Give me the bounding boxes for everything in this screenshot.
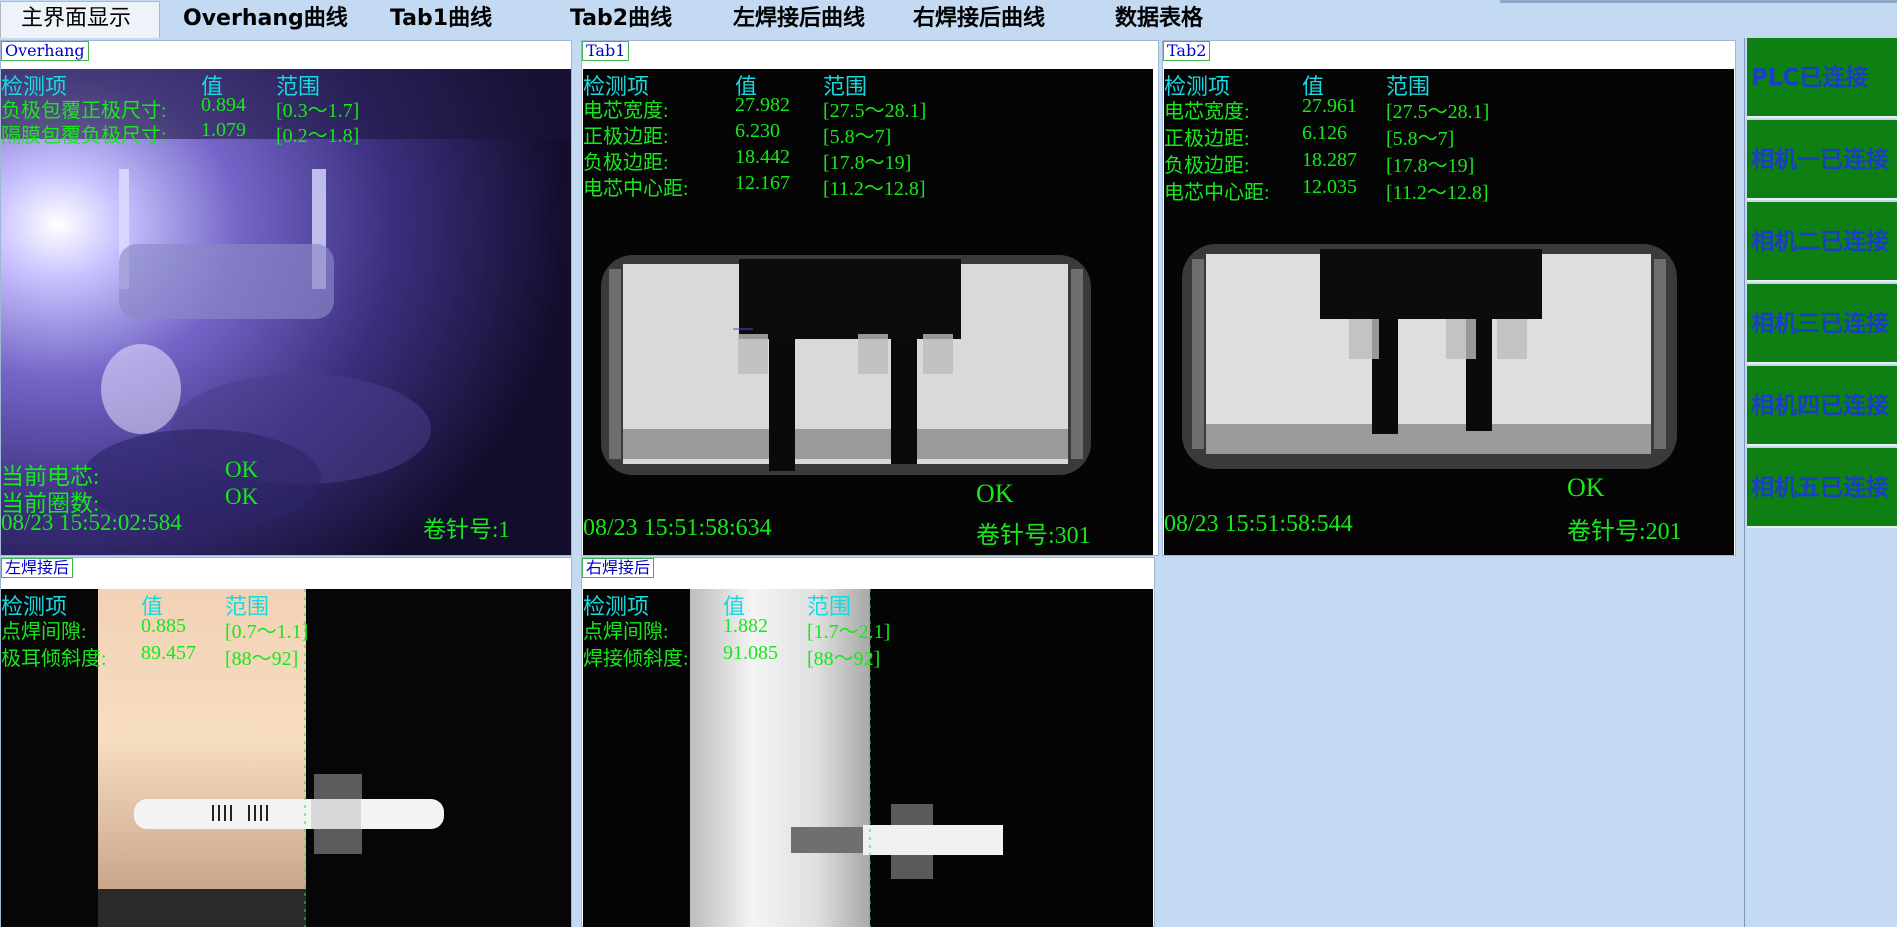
left-weld-panel: 左焊接后 检测项 值 范围 点焊间隙: 0.885 [0.7～1.1] 极耳倾斜… [0, 557, 572, 927]
status-camera4-connected[interactable]: 相机四已连接 [1747, 366, 1897, 446]
tab2-row-range: [17.8～19] [1386, 155, 1475, 177]
tab-right-weld-label: 右焊接后曲线 [913, 6, 1046, 31]
left-weld-row-range: [0.7～1.1] [225, 621, 309, 643]
status-camera1-connected[interactable]: 相机一已连接 [1747, 120, 1897, 200]
tab1-panel: Tab1 检测项 值 范围 电芯宽度: 27.982 [27.5～28.1] 正… [581, 40, 1159, 556]
status-plc-connected[interactable]: PLC已连接 [1747, 38, 1897, 118]
tab-tab2-curve[interactable]: Tab2曲线 [570, 2, 672, 36]
tab-left-weld-curve[interactable]: 左焊接后曲线 [733, 2, 865, 36]
tab1-row-range: [17.8～19] [823, 152, 912, 174]
tab2-row-name: 正极边距: [1164, 128, 1250, 150]
tab2-camera-view[interactable]: 检测项 值 范围 电芯宽度: 27.961 [27.5～28.1] 正极边距: … [1164, 69, 1734, 555]
tab1-row-value: 12.167 [735, 172, 790, 194]
tab1-panel-title: Tab1 [582, 41, 630, 61]
tab1-row-value: 6.230 [735, 120, 780, 142]
tab1-row-range: [27.5～28.1] [823, 100, 927, 122]
tab2-result: OK [1567, 473, 1605, 502]
tab1-row-name: 电芯宽度: [583, 100, 669, 122]
overhang-row-range: [0.2～1.8] [276, 125, 360, 147]
tab2-row-value: 27.961 [1302, 95, 1357, 117]
tab2-row-value: 12.035 [1302, 176, 1357, 198]
tab-tab1-curve[interactable]: Tab1曲线 [390, 2, 492, 36]
tab1-row-name: 正极边距: [583, 126, 669, 148]
tab2-row-value: 6.126 [1302, 122, 1347, 144]
tab2-row-value: 18.287 [1302, 149, 1357, 171]
tab1-row-value: 18.442 [735, 146, 790, 168]
tab1-result: OK [976, 479, 1014, 508]
left-weld-row-value: 89.457 [141, 642, 196, 664]
current-turns-value: OK [225, 484, 259, 509]
status-camera3-connected[interactable]: 相机三已连接 [1747, 284, 1897, 364]
tab2-row-name: 电芯中心距: [1164, 182, 1270, 204]
right-weld-row-range: [88～92] [807, 648, 881, 670]
current-cell-value: OK [225, 457, 259, 482]
left-weld-row-name: 极耳倾斜度: [1, 648, 107, 670]
overhang-row-value: 0.894 [201, 94, 246, 116]
tab-right-weld-curve[interactable]: 右焊接后曲线 [901, 2, 1046, 36]
tab2-row-range: [27.5～28.1] [1386, 101, 1490, 123]
tab2-row-name: 电芯宽度: [1164, 101, 1250, 123]
tab1-timestamp: 08/23 15:51:58:634 [583, 515, 772, 541]
status-camera2-connected[interactable]: 相机二已连接 [1747, 202, 1897, 282]
left-weld-panel-title: 左焊接后 [1, 558, 74, 578]
right-weld-row-range: [1.7～2.1] [807, 621, 891, 643]
tab1-row-range: [5.8～7] [823, 126, 892, 148]
left-weld-row-name: 点焊间隙: [1, 621, 87, 643]
tab1-pin-number: 卷针号:301 [976, 523, 1091, 549]
top-divider [1500, 0, 1897, 3]
overhang-panel-title: Overhang [1, 41, 89, 61]
tab-bar: 主界面显示 Overhang曲线 Tab1曲线 Tab2曲线 左焊接后曲线 右焊… [0, 0, 1897, 38]
tab-data-table[interactable]: 数据表格 [1115, 2, 1203, 36]
tab2-pin-number: 卷针号:201 [1567, 519, 1682, 545]
right-weld-panel-title: 右焊接后 [582, 558, 655, 578]
overhang-row-value: 1.079 [201, 119, 246, 141]
overhang-panel: Overhang 检测项 值 范围 负极包覆正极尺寸: 0.894 [0.3～1… [0, 40, 572, 556]
overhang-camera-view[interactable]: 检测项 值 范围 负极包覆正极尺寸: 0.894 [0.3～1.7] 隔膜包覆负… [1, 69, 571, 555]
connection-status-panel: PLC已连接 相机一已连接 相机二已连接 相机三已连接 相机四已连接 相机五已连… [1744, 38, 1897, 927]
left-weld-row-value: 0.885 [141, 615, 186, 637]
overhang-pin-number: 卷针号:1 [423, 517, 510, 542]
tab1-row-name: 电芯中心距: [583, 178, 689, 200]
right-weld-row-value: 1.882 [723, 615, 768, 637]
tab2-row-range: [5.8～7] [1386, 128, 1455, 150]
right-weld-panel: 右焊接后 检测项 值 范围 点焊间隙: 1.882 [1.7～2.1] 焊接倾斜 [581, 557, 1155, 927]
tab2-row-range: [11.2～12.8] [1386, 182, 1489, 204]
status-camera5-connected[interactable]: 相机五已连接 [1747, 448, 1897, 528]
overhang-row-name: 隔膜包覆负极尺寸: [1, 125, 167, 147]
tab2-row-name: 负极边距: [1164, 155, 1250, 177]
tab2-panel: Tab2 检测项 值 范围 电芯宽度: 27.961 [27.5～28.1] 正… [1162, 40, 1736, 556]
tab1-row-range: [11.2～12.8] [823, 178, 926, 200]
overhang-timestamp: 08/23 15:52:02:584 [1, 510, 182, 535]
tab1-camera-view[interactable]: 检测项 值 范围 电芯宽度: 27.982 [27.5～28.1] 正极边距: … [583, 69, 1153, 555]
left-weld-row-range: [88～92] [225, 648, 299, 670]
tab1-row-name: 负极边距: [583, 152, 669, 174]
tab2-timestamp: 08/23 15:51:58:544 [1164, 511, 1353, 537]
right-weld-row-name: 焊接倾斜度: [583, 648, 689, 670]
right-weld-row-value: 91.085 [723, 642, 778, 664]
tab2-panel-title: Tab2 [1163, 41, 1211, 61]
tab-overhang-curve[interactable]: Overhang曲线 [183, 2, 348, 36]
right-weld-row-name: 点焊间隙: [583, 621, 669, 643]
tab1-row-value: 27.982 [735, 94, 790, 116]
right-weld-camera-view[interactable]: 检测项 值 范围 点焊间隙: 1.882 [1.7～2.1] 焊接倾斜度: 91… [583, 589, 1153, 927]
tab-main-display[interactable]: 主界面显示 [0, 1, 161, 38]
left-weld-camera-view[interactable]: 检测项 值 范围 点焊间隙: 0.885 [0.7～1.1] 极耳倾斜度: 89… [1, 589, 571, 927]
